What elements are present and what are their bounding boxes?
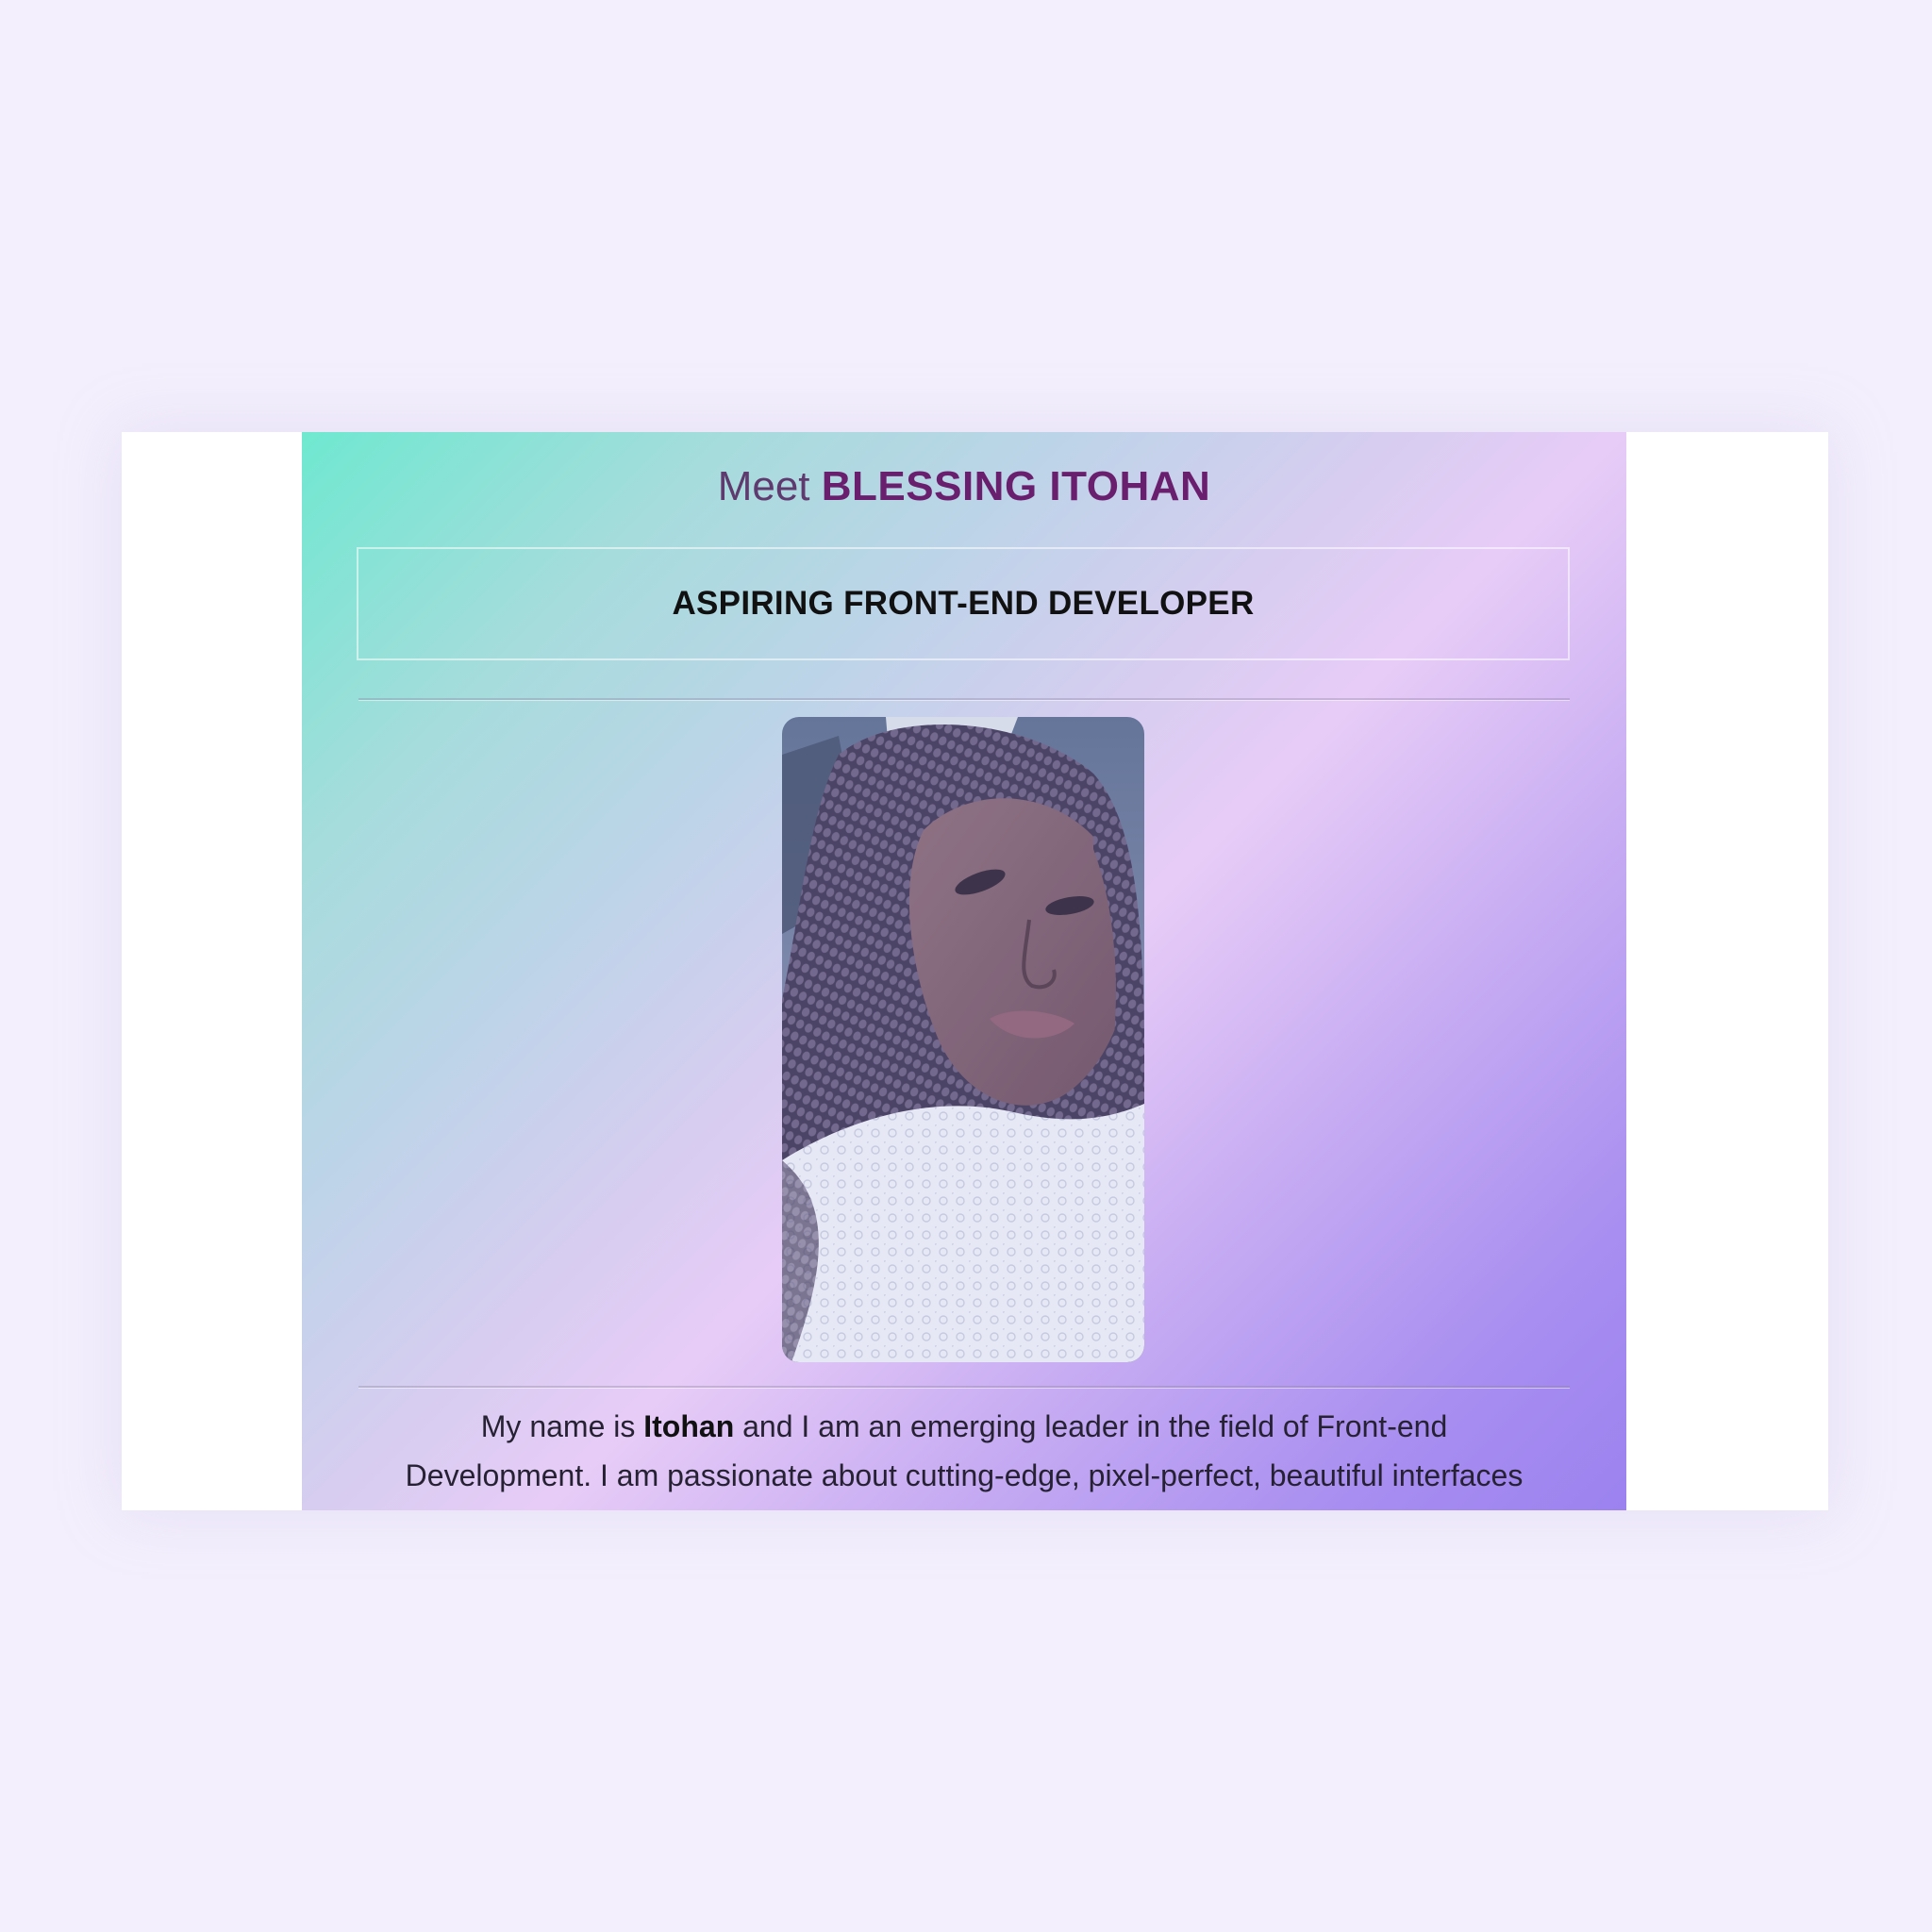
portrait-illustration — [782, 717, 1144, 1362]
divider-bottom — [358, 1386, 1570, 1388]
profile-panel: Meet BLESSING ITOHAN ASPIRING FRONT-END … — [302, 432, 1626, 1510]
headline-prefix: Meet — [717, 463, 810, 509]
divider-top — [358, 698, 1570, 700]
page-title: Meet BLESSING ITOHAN — [302, 460, 1626, 513]
bio-paragraph: My name is Itohan and I am an emerging l… — [340, 1402, 1589, 1500]
bio-name: Itohan — [643, 1409, 735, 1443]
profile-photo — [782, 717, 1144, 1362]
headline-name: BLESSING ITOHAN — [821, 463, 1211, 509]
bio-text-after: and I am an emerging leader in the field… — [742, 1409, 1448, 1443]
role-box: ASPIRING FRONT-END DEVELOPER — [357, 547, 1570, 660]
bio-line-2: Development. I am passionate about cutti… — [405, 1458, 1524, 1492]
role-title: ASPIRING FRONT-END DEVELOPER — [672, 585, 1255, 622]
bio-text-before: My name is — [480, 1409, 636, 1443]
bio-line-1: My name is Itohan and I am an emerging l… — [340, 1402, 1589, 1451]
screenshot-frame: Meet BLESSING ITOHAN ASPIRING FRONT-END … — [122, 432, 1828, 1510]
